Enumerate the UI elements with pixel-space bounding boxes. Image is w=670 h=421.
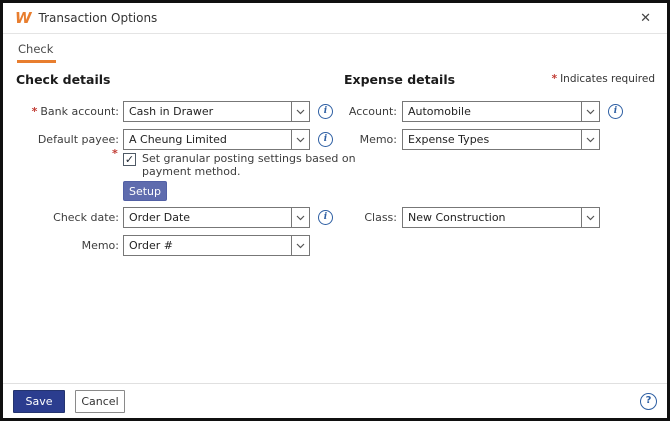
expense-memo-value: Expense Types: [403, 133, 581, 146]
default-payee-select[interactable]: A Cheung Limited: [123, 129, 310, 150]
default-payee-label: Default payee:: [8, 133, 119, 146]
expense-memo-row: Memo: Expense Types: [340, 129, 600, 150]
dialog-footer: Save Cancel ?: [3, 383, 667, 418]
bank-account-label: *Bank account:: [8, 105, 119, 118]
granular-posting-checkbox[interactable]: ✓: [123, 153, 136, 166]
bank-account-select[interactable]: Cash in Drawer: [123, 101, 310, 122]
expense-memo-label: Memo:: [340, 133, 397, 146]
account-row: Account: Automobile i: [340, 101, 623, 122]
check-details-heading: Check details: [16, 72, 110, 87]
required-asterisk: *: [112, 147, 118, 160]
cancel-button[interactable]: Cancel: [75, 390, 125, 413]
save-button[interactable]: Save: [13, 390, 65, 413]
check-memo-value: Order #: [124, 239, 291, 252]
granular-posting-label: Set granular posting settings based on p…: [142, 152, 356, 178]
info-icon[interactable]: i: [318, 132, 333, 147]
expense-memo-select[interactable]: Expense Types: [402, 129, 600, 150]
check-memo-label: Memo:: [8, 239, 119, 252]
check-date-select[interactable]: Order Date: [123, 207, 310, 228]
class-value: New Construction: [403, 211, 581, 224]
screenshot-frame: W Transaction Options ✕ Check Check deta…: [0, 0, 670, 421]
indicates-required-legend: *Indicates required: [552, 73, 655, 85]
granular-posting-option[interactable]: ✓ Set granular posting settings based on…: [123, 152, 356, 178]
chevron-down-icon[interactable]: [291, 130, 309, 149]
account-label: Account:: [340, 105, 397, 118]
info-icon[interactable]: i: [318, 104, 333, 119]
expense-details-heading: Expense details: [344, 72, 455, 87]
bank-account-value: Cash in Drawer: [124, 105, 291, 118]
check-memo-select[interactable]: Order #: [123, 235, 310, 256]
class-select[interactable]: New Construction: [402, 207, 600, 228]
check-date-row: Check date: Order Date i: [8, 207, 333, 228]
chevron-down-icon[interactable]: [581, 208, 599, 227]
check-memo-row: Memo: Order #: [8, 235, 310, 256]
tab-check[interactable]: Check: [17, 42, 56, 63]
transaction-options-dialog: W Transaction Options ✕ Check Check deta…: [3, 3, 667, 418]
class-label: Class:: [340, 211, 397, 224]
bank-account-row: *Bank account: Cash in Drawer i: [8, 101, 333, 122]
default-payee-value: A Cheung Limited: [124, 133, 291, 146]
app-logo-icon: W: [15, 11, 31, 26]
account-value: Automobile: [403, 105, 581, 118]
info-icon[interactable]: i: [608, 104, 623, 119]
close-icon[interactable]: ✕: [636, 10, 655, 27]
chevron-down-icon[interactable]: [291, 236, 309, 255]
help-icon[interactable]: ?: [640, 393, 657, 410]
required-asterisk: *: [32, 105, 38, 118]
account-select[interactable]: Automobile: [402, 101, 600, 122]
chevron-down-icon[interactable]: [291, 102, 309, 121]
setup-button[interactable]: Setup: [123, 181, 167, 201]
chevron-down-icon[interactable]: [581, 130, 599, 149]
check-date-value: Order Date: [124, 211, 291, 224]
window-title: Transaction Options: [39, 11, 158, 25]
chevron-down-icon[interactable]: [581, 102, 599, 121]
class-row: Class: New Construction: [340, 207, 600, 228]
chevron-down-icon[interactable]: [291, 208, 309, 227]
check-date-label: Check date:: [8, 211, 119, 224]
info-icon[interactable]: i: [318, 210, 333, 225]
required-asterisk: *: [552, 73, 558, 85]
default-payee-row: Default payee: A Cheung Limited i: [8, 129, 333, 150]
title-bar: W Transaction Options ✕: [3, 3, 667, 34]
